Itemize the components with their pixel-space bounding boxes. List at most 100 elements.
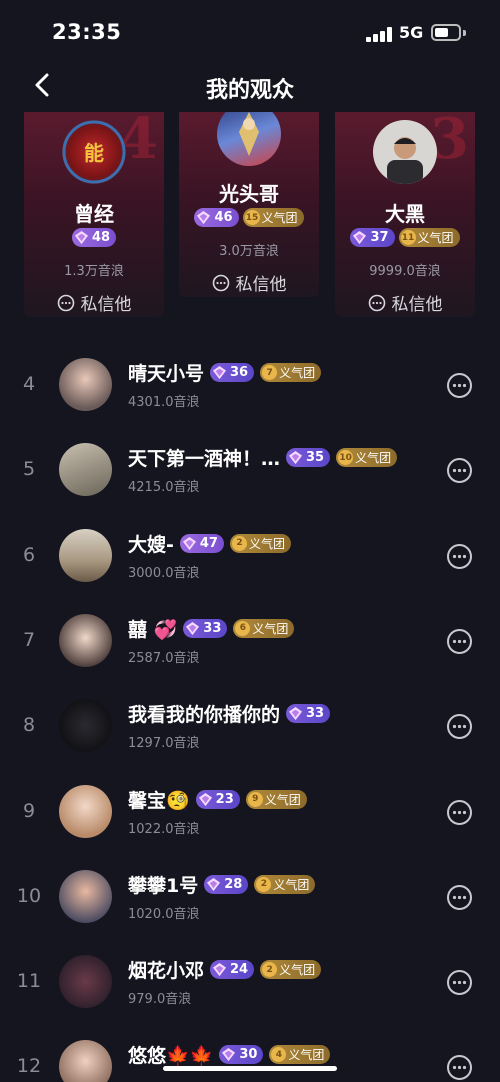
chat-bubble-icon[interactable]	[446, 713, 473, 740]
level-value: 36	[230, 365, 249, 380]
chat-bubble-icon[interactable]	[446, 543, 473, 570]
podium-card-second[interactable]: 光头哥 46 15 义气团 3.0万音浪 私信他	[179, 112, 319, 297]
list-item[interactable]: 9 馨宝🧐 23 9 义气团 1022.0音浪	[0, 770, 500, 855]
avatar[interactable]	[59, 869, 112, 923]
battery-icon	[431, 24, 461, 41]
club-name: 义气团	[248, 536, 285, 551]
level-value: 48	[91, 230, 111, 245]
chat-bubble-icon[interactable]	[446, 884, 473, 911]
wave-amount: 1020.0音浪	[128, 906, 200, 922]
wave-amount: 1022.0音浪	[128, 821, 200, 837]
club-level: 7	[262, 365, 278, 380]
level-value: 33	[306, 706, 325, 722]
avatar[interactable]	[59, 613, 112, 667]
club-level: 10	[338, 450, 354, 466]
club-level: 4	[271, 1047, 287, 1063]
level-badge: 48	[71, 228, 117, 247]
rank-number: 4	[22, 373, 36, 395]
list-item[interactable]: 11 烟花小邓 24 2 义气团 979.0音浪	[0, 940, 500, 1025]
level-badge: 47	[179, 533, 224, 553]
user-name: 囍 💞	[128, 618, 178, 641]
name-line: 晴天小号 36 7 义气团	[128, 359, 322, 386]
gem-icon	[288, 451, 303, 465]
level-value: 47	[199, 535, 218, 551]
wave-amount: 2587.0音浪	[128, 650, 200, 666]
gem-icon	[212, 963, 227, 977]
podium-rank-number: 3	[430, 112, 469, 172]
list-item[interactable]: 7 囍 💞 33 6 义气团 2587.0音浪	[0, 599, 500, 684]
gem-icon	[74, 230, 89, 245]
level-value: 35	[306, 450, 325, 466]
club-badge: 6 义气团	[233, 618, 295, 638]
list-item[interactable]: 4 晴天小号 36 7 义气团 4301.0音浪	[0, 343, 500, 428]
club-level: 2	[231, 535, 247, 551]
user-name: 天下第一酒神！…	[128, 448, 281, 471]
user-name: 悠悠🍁🍁	[128, 1045, 214, 1068]
user-name: 馨宝🧐	[128, 789, 190, 812]
rank-number: 9	[22, 799, 36, 822]
avatar[interactable]	[59, 784, 112, 838]
avatar[interactable]	[59, 528, 112, 582]
level-badge: 46	[194, 208, 239, 227]
level-badge: 35	[286, 448, 331, 468]
podium-name: 光头哥	[219, 182, 279, 206]
club-name: 义气团	[288, 1048, 325, 1063]
user-name: 我看我的你播你的	[128, 704, 281, 727]
podium-card-first[interactable]: 4 能 曾经 48 1.3万音浪 私信他	[24, 112, 164, 317]
rank-number: 11	[16, 970, 42, 993]
club-name: 义气团	[261, 211, 298, 225]
avatar[interactable]	[59, 443, 112, 497]
chat-bubble-icon[interactable]	[446, 628, 473, 655]
avatar[interactable]: 能	[62, 120, 126, 184]
user-name: 攀攀1号	[128, 874, 199, 897]
chat-bubble-icon[interactable]	[446, 457, 473, 484]
club-name: 义气团	[273, 877, 310, 892]
home-indicator[interactable]	[163, 1066, 337, 1071]
list-item[interactable]: 5 天下第一酒神！… 35 10 义气团 4215.0音浪	[0, 428, 500, 513]
wave-amount: 1297.0音浪	[128, 736, 200, 752]
club-level: 2	[256, 876, 272, 892]
chat-bubble-icon	[57, 294, 74, 311]
chat-bubble-icon[interactable]	[446, 1054, 473, 1081]
club-level: 15	[244, 210, 260, 225]
club-level: 11	[400, 230, 416, 245]
podium-rank-number: 4	[119, 112, 158, 172]
avatar[interactable]	[217, 112, 281, 166]
avatar[interactable]	[59, 1040, 112, 1082]
gem-icon	[288, 707, 303, 721]
level-value: 30	[239, 1047, 258, 1063]
message-button[interactable]: 私信他	[24, 290, 164, 315]
message-button[interactable]: 私信他	[335, 290, 475, 315]
list-item[interactable]: 10 攀攀1号 28 2 义气团 1020.0音浪	[0, 855, 500, 940]
club-name: 义气团	[264, 792, 301, 807]
avatar[interactable]	[373, 120, 437, 184]
name-line: 悠悠🍁🍁 30 4 义气团	[128, 1041, 331, 1068]
wave-amount: 3000.0音浪	[128, 565, 200, 581]
name-line: 馨宝🧐 23 9 义气团	[128, 786, 307, 813]
level-value: 37	[370, 230, 389, 245]
list-item[interactable]: 12 悠悠🍁🍁 30 4 义气团	[0, 1025, 500, 1082]
user-name: 烟花小邓	[128, 960, 205, 983]
podium-name: 曾经	[74, 202, 114, 226]
list-item[interactable]: 6 大嫂- 47 2 义气团 3000.0音浪	[0, 514, 500, 599]
chat-bubble-icon[interactable]	[446, 372, 473, 399]
message-label: 私信他	[80, 295, 132, 315]
name-line: 大嫂- 47 2 义气团	[128, 530, 291, 557]
name-line: 天下第一酒神！… 35 10 义气团	[128, 444, 398, 471]
rank-number: 7	[22, 628, 36, 651]
podium-card-third[interactable]: 3 大黑 37 11 义气团 9999.0音浪 私信他	[335, 112, 475, 317]
podium-wave: 3.0万音浪	[219, 244, 279, 259]
avatar[interactable]	[59, 358, 112, 411]
avatar[interactable]	[59, 955, 112, 1009]
message-button[interactable]: 私信他	[179, 270, 319, 295]
level-value: 23	[215, 791, 234, 807]
podium-badges: 37 11 义气团	[335, 228, 475, 247]
chat-bubble-icon[interactable]	[446, 799, 473, 826]
club-badge: 11 义气团	[398, 228, 460, 247]
avatar[interactable]	[59, 699, 112, 753]
list-item[interactable]: 8 我看我的你播你的 33 1297.0音浪	[0, 684, 500, 769]
chat-bubble-icon[interactable]	[446, 969, 473, 996]
club-badge: 4 义气团	[269, 1045, 331, 1065]
rank-number: 5	[22, 458, 36, 481]
name-line: 攀攀1号 28 2 义气团	[128, 871, 316, 898]
